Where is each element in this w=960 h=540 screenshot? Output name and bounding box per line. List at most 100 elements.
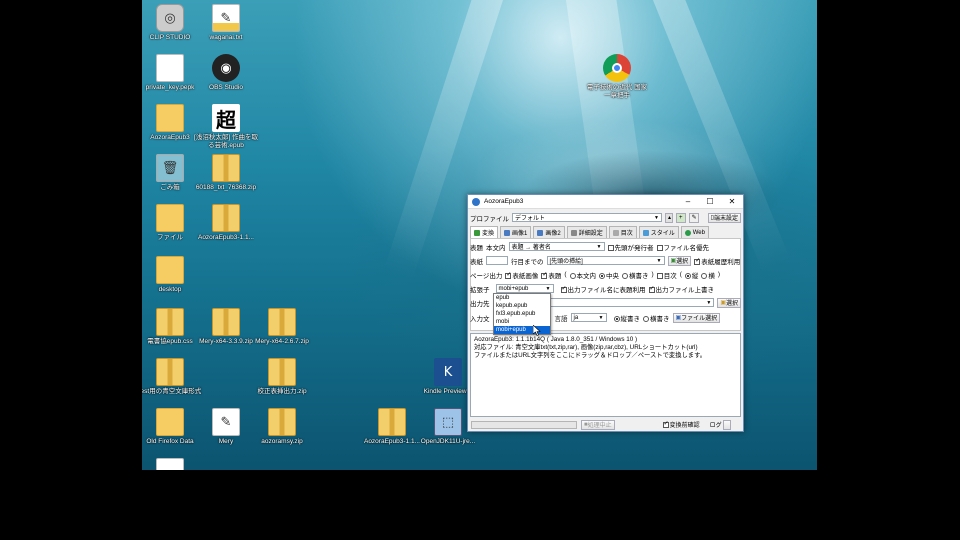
overwrite-checkbox[interactable]: 出力ファイル上書き: [648, 284, 714, 294]
folder-icon: [156, 204, 184, 232]
cover-select[interactable]: [先頭の挿絵] ▼: [546, 256, 665, 265]
desktop-icon-mery[interactable]: ✎ Mery: [194, 408, 258, 446]
toc-checkbox[interactable]: 目次: [656, 270, 677, 280]
dropdown-option-epub[interactable]: epub: [494, 294, 550, 302]
chevron-down-icon: ▼: [654, 214, 659, 221]
desktop-icon-waganai[interactable]: ✎ waganai.txt: [194, 4, 258, 42]
desktop-icon-mery-339[interactable]: Mery-x64-3.3.9.zip: [194, 308, 258, 346]
radio-center[interactable]: 中央: [599, 270, 619, 280]
terminal-settings-button[interactable]: ▯ 端末設定: [707, 212, 741, 223]
terminal-settings-label: 端末設定: [713, 216, 738, 222]
desktop-icon-old-firefox-data[interactable]: Old Firefox Data: [142, 408, 202, 446]
desktop-icon-chrome-shortcut[interactable]: 電子技術の近代 国家 一章把手: [585, 54, 649, 100]
radio-label: 縦書き: [620, 315, 641, 323]
wrench-icon: [570, 229, 577, 236]
profile-row: プロファイル デフォルト ▼ ▴ + ✎ ▯ 端末設定: [470, 212, 741, 223]
tab-convert[interactable]: 変換: [470, 226, 499, 238]
checkbox: [648, 285, 655, 293]
language-select[interactable]: ja ▼: [570, 313, 607, 322]
checkbox-label: 変換前確認: [669, 423, 700, 429]
close-button[interactable]: ✕: [721, 195, 743, 209]
title-page-checkbox[interactable]: 表題: [541, 270, 561, 280]
output-label: 出力先: [470, 300, 490, 308]
tab-label: 画像2: [545, 231, 561, 237]
chevron-down-icon: ▼: [656, 257, 662, 264]
radio-horizontal-writing[interactable]: 横書き: [643, 313, 670, 323]
checkbox-label: 目次: [663, 272, 677, 280]
radio-horizontal-toc[interactable]: 横: [701, 270, 715, 280]
cover-image-checkbox[interactable]: 表紙画像: [505, 270, 538, 280]
title-select[interactable]: 表題 → 著者名 ▼: [508, 242, 605, 251]
profile-up-button[interactable]: ▴: [664, 212, 673, 223]
radio-vertical-toc[interactable]: 縦: [684, 270, 698, 280]
desktop-icon-private-key[interactable]: private_key.pepk: [142, 54, 202, 92]
profile-select[interactable]: デフォルト ▼: [512, 213, 662, 222]
output-select-button[interactable]: ▣ 選択: [717, 297, 741, 308]
cancel-button[interactable]: ■ 処理中止: [581, 419, 615, 430]
desktop-icon-test-aozora[interactable]: test用の青空文庫形式: [142, 358, 202, 396]
desktop-icon-mery-267[interactable]: Mery-x64-2.6.7.zip: [250, 308, 314, 346]
tab-web[interactable]: Web: [680, 226, 709, 238]
dropdown-option-kepub[interactable]: kepub.epub: [494, 302, 550, 310]
desktop-icon-proof-output[interactable]: 校正表挿出力.zip: [250, 358, 314, 396]
extension-select-value: mobi+epub: [498, 285, 529, 292]
checkbox-label: 表紙履歴利用: [701, 258, 741, 266]
radio-vertical-writing[interactable]: 縦書き: [613, 313, 641, 323]
radio-body[interactable]: 本文内: [569, 270, 597, 280]
tab-toc[interactable]: 目次: [608, 226, 637, 238]
maximize-button[interactable]: ☐: [699, 195, 721, 209]
checkbox: [656, 244, 663, 251]
tab-image2[interactable]: 画像2: [533, 226, 565, 238]
radio: [622, 272, 629, 279]
desktop-icon-clip-studio[interactable]: ◎ CLIP STUDIO: [142, 4, 202, 42]
desktop-icon-recycle-bin[interactable]: 🗑 ごみ箱: [142, 154, 202, 192]
cover-history-checkbox[interactable]: 表紙履歴利用: [694, 256, 740, 266]
filename-priority-checkbox[interactable]: ファイル名優先: [656, 242, 709, 252]
desktop-icon-60188-zip[interactable]: 60188_txt_76368.zip: [194, 154, 258, 192]
tab-details[interactable]: 詳細設定: [566, 226, 607, 238]
desktop-icon-partial[interactable]: [142, 458, 202, 470]
tab-label: 画像1: [512, 231, 528, 237]
cover-select-label: 選択: [676, 259, 689, 265]
desktop-icon-file-folder[interactable]: ファイル: [142, 204, 202, 242]
profile-add-button[interactable]: +: [675, 212, 686, 223]
dropdown-option-mobi[interactable]: mobi: [494, 318, 550, 326]
desktop-icon-obs-studio[interactable]: ◉ OBS Studio: [194, 54, 258, 92]
desktop-icon-epub-css[interactable]: 電書協epub.css: [142, 308, 202, 346]
use-title-filename-checkbox[interactable]: 出力ファイル名に表題利用: [560, 284, 646, 294]
extension-dropdown-list: epub kepub.epub fxl3.epub.epub mobi mobi…: [493, 293, 551, 335]
radio-label: 横: [708, 272, 715, 280]
dropdown-option-mobi-epub[interactable]: mobi+epub: [494, 326, 550, 334]
desktop-icon-aozoraepub3-folder[interactable]: AozoraEpub3: [142, 104, 202, 142]
publisher-first-checkbox[interactable]: 先頭が発行者: [607, 242, 654, 252]
desktop-icon-epub-book[interactable]: 超 [浅沼秋太郎] 作曲を取る芸術.epub: [194, 104, 258, 150]
log-label[interactable]: ログ: [710, 420, 722, 429]
extension-select[interactable]: mobi+epub ▼: [495, 284, 554, 293]
radio-label: 本文内: [576, 272, 597, 280]
profile-edit-button[interactable]: ✎: [688, 212, 699, 223]
chevron-down-icon: ▼: [545, 285, 551, 292]
cover-line-input[interactable]: [486, 256, 508, 265]
chevron-down-icon: ▼: [706, 299, 712, 306]
confirm-before-convert-checkbox[interactable]: 変換前確認: [662, 420, 700, 429]
log-toggle-button[interactable]: [722, 419, 731, 430]
desktop-icon-aozoramsy[interactable]: aozoramsy.zip: [250, 408, 314, 446]
cover-select-button[interactable]: ▣ 選択: [667, 255, 692, 266]
tab-image1[interactable]: 画像1: [500, 226, 532, 238]
tab-label: Web: [692, 229, 705, 236]
desktop-icon-aozoraepub3-zip-2[interactable]: AozoraEpub3-1.1...: [360, 408, 424, 446]
radio: [599, 272, 606, 279]
radio-horizontal[interactable]: 横書き: [622, 270, 649, 280]
title-bar[interactable]: AozoraEpub3 – ☐ ✕: [468, 195, 743, 209]
dropdown-option-fxl[interactable]: fxl3.epub.epub: [494, 310, 550, 318]
icon-label: Mery-x64-3.3.9.zip: [199, 338, 253, 345]
desktop-icon-aozoraepub3-zip[interactable]: AozoraEpub3-1.1...: [194, 204, 258, 242]
log-area[interactable]: AozoraEpub3: 1.1.1b14Q ( Java 1.8.0_351 …: [470, 333, 741, 417]
zip-icon: [212, 154, 240, 182]
minimize-button[interactable]: –: [677, 195, 699, 209]
tab-style[interactable]: スタイル: [638, 226, 679, 238]
page-output-label: ページ出力: [470, 272, 503, 280]
desktop-icon-desktop-folder[interactable]: desktop: [142, 256, 202, 294]
file-select-button[interactable]: ▣ ファイル選択: [672, 312, 721, 323]
progress-bar: [471, 420, 577, 429]
